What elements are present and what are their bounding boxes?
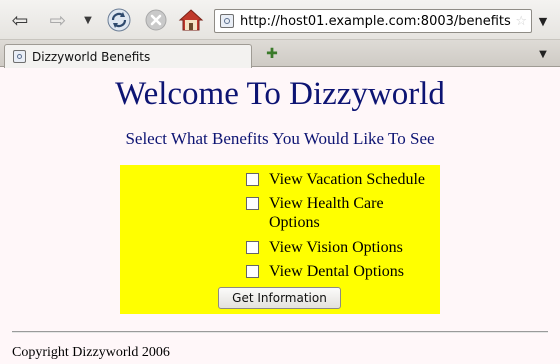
health-care-checkbox[interactable] [246, 197, 259, 210]
vacation-schedule-checkbox[interactable] [246, 173, 259, 186]
reload-icon[interactable] [105, 6, 133, 34]
health-care-label[interactable]: View Health Care Options [269, 194, 419, 232]
address-text[interactable]: http://host01.example.com:8003/benefits [240, 14, 515, 29]
address-dropdown-icon[interactable]: ▼ [534, 9, 552, 33]
stop-icon[interactable] [144, 8, 168, 32]
back-icon[interactable]: ⇦ [8, 8, 32, 32]
tab-title: Dizzyworld Benefits [32, 49, 151, 64]
option-dental[interactable]: View Dental Options [246, 262, 404, 281]
address-bar[interactable]: http://host01.example.com:8003/benefits … [214, 9, 532, 33]
vacation-schedule-label[interactable]: View Vacation Schedule [269, 170, 425, 189]
bookmark-star-icon[interactable]: ☆ [515, 14, 527, 29]
page-content: Welcome To Dizzyworld Select What Benefi… [0, 68, 560, 364]
page-subtitle: Select What Benefits You Would Like To S… [125, 129, 435, 148]
dental-label[interactable]: View Dental Options [269, 262, 404, 281]
history-dropdown-icon[interactable]: ▼ [80, 8, 96, 32]
new-tab-icon[interactable]: ✚ [263, 45, 281, 63]
option-vision[interactable]: View Vision Options [246, 238, 403, 257]
site-identity-icon[interactable] [220, 14, 234, 28]
horizontal-rule [12, 331, 548, 333]
forward-icon[interactable]: ⇨ [46, 8, 70, 32]
dental-checkbox[interactable] [246, 265, 259, 278]
vision-label[interactable]: View Vision Options [269, 238, 403, 257]
benefits-form: View Vacation Schedule View Health Care … [120, 165, 440, 314]
get-information-button[interactable]: Get Information [218, 287, 341, 309]
vision-checkbox[interactable] [246, 241, 259, 254]
navigation-toolbar: ⇦ ⇨ ▼ http://host01.example.com:8003/ben… [0, 0, 560, 40]
tab-dizzyworld-benefits[interactable]: Dizzyworld Benefits [4, 44, 252, 68]
copyright-text: Copyright Dizzyworld 2006 [12, 345, 170, 360]
page-favicon-icon [13, 50, 26, 63]
home-icon[interactable] [177, 6, 205, 34]
tab-list-icon[interactable]: ▼ [534, 45, 552, 63]
page-title: Welcome To Dizzyworld [115, 76, 445, 112]
option-vacation-schedule[interactable]: View Vacation Schedule [246, 170, 425, 189]
option-health-care[interactable]: View Health Care Options [246, 194, 419, 232]
